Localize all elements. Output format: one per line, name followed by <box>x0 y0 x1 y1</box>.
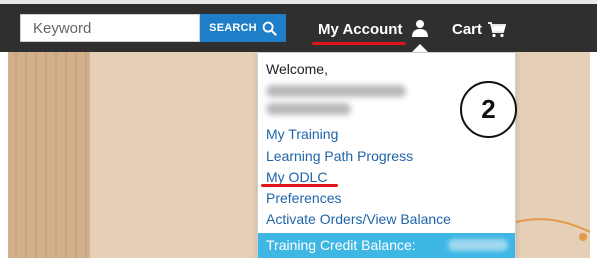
redacted-name <box>266 85 406 97</box>
redacted-detail <box>266 103 351 115</box>
odlc-highlight-underline <box>261 184 338 187</box>
search-input[interactable] <box>20 14 200 42</box>
search-button-label: SEARCH <box>209 22 257 34</box>
welcome-text: Welcome, <box>266 61 328 77</box>
credit-balance-label: Training Credit Balance: <box>266 237 416 253</box>
account-highlight-underline <box>312 42 406 45</box>
top-nav-bar: SEARCH My Account Cart <box>0 0 597 52</box>
cart-link[interactable]: Cart <box>452 21 482 38</box>
step-number-badge: 2 <box>460 81 517 138</box>
search-button[interactable]: SEARCH <box>200 14 286 42</box>
dropdown-caret <box>412 44 428 52</box>
menu-item-learning-path-progress[interactable]: Learning Path Progress <box>266 148 413 164</box>
user-icon[interactable] <box>412 19 428 37</box>
page: SEARCH My Account Cart Welcome, My Train… <box>0 0 597 258</box>
cart-icon[interactable] <box>488 22 506 38</box>
my-account-link[interactable]: My Account <box>318 21 402 38</box>
menu-item-my-odlc[interactable]: My ODLC <box>266 169 327 185</box>
menu-item-my-training[interactable]: My Training <box>266 126 338 142</box>
search-icon <box>262 21 277 36</box>
credit-balance-bar: Training Credit Balance: <box>258 233 515 258</box>
menu-item-activate-orders[interactable]: Activate Orders/View Balance <box>266 211 451 227</box>
redacted-credit-value <box>448 239 508 251</box>
menu-item-preferences[interactable]: Preferences <box>266 190 341 206</box>
